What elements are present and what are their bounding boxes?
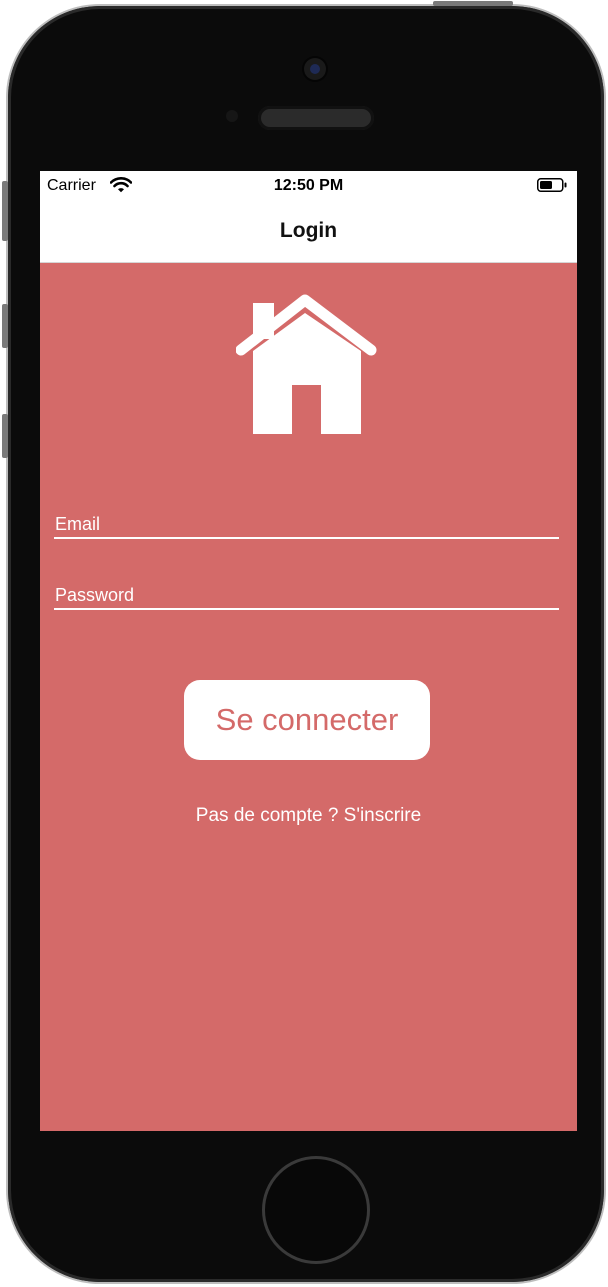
login-button[interactable]: Se connecter	[184, 680, 430, 760]
signup-link[interactable]: Pas de compte ? S'inscrire	[40, 805, 577, 827]
status-time: 12:50 PM	[273, 177, 344, 194]
earpiece-speaker	[258, 106, 374, 130]
status-bar: Carrier 12:50 PM	[40, 171, 577, 199]
battery-icon	[537, 178, 567, 192]
house-icon	[236, 294, 377, 434]
volume-up-button	[2, 304, 8, 348]
page-title: Login	[279, 219, 338, 242]
proximity-sensor	[226, 110, 238, 122]
home-button[interactable]	[262, 1156, 370, 1264]
mute-switch	[2, 181, 8, 241]
power-button	[433, 1, 513, 6]
navigation-bar: Login	[40, 199, 577, 263]
email-field[interactable]: Email	[54, 511, 559, 539]
app-screen: Carrier 12:50 PM Login Email Password Se…	[40, 171, 577, 1131]
front-camera	[304, 58, 326, 80]
email-placeholder: Email	[55, 514, 101, 534]
volume-down-button	[2, 414, 8, 458]
password-field[interactable]: Password	[54, 582, 559, 610]
password-placeholder: Password	[55, 585, 135, 605]
